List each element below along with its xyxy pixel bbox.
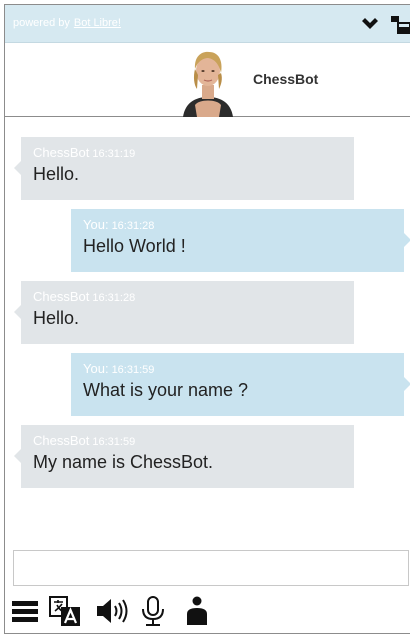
top-bar: powered by Bot Libre! [5, 5, 410, 43]
window-icon[interactable] [391, 14, 410, 36]
message-text: My name is ChessBot. [33, 452, 214, 472]
translate-icon[interactable] [49, 595, 81, 627]
microphone-icon[interactable] [139, 595, 167, 627]
menu-icon[interactable] [11, 595, 39, 627]
message-bubble: You: 16:31:59 What is your name ? [71, 353, 410, 416]
sender-name: You: [83, 361, 109, 376]
chat-header: ChessBot [5, 43, 410, 117]
message-meta: You: 16:31:59 [83, 361, 392, 377]
message-bubble: ChessBot 16:31:19 Hello. [14, 137, 354, 200]
bot-libre-link[interactable]: Bot Libre! [74, 17, 121, 29]
sender-name: ChessBot [33, 145, 90, 160]
message-text: Hello World ! [83, 236, 186, 256]
sender-name: ChessBot [33, 433, 90, 448]
message-time: 16:31:59 [92, 436, 136, 448]
avatar-toggle-icon[interactable] [185, 595, 209, 627]
chat-input[interactable] [13, 550, 409, 586]
message-meta: You: 16:31:28 [83, 217, 392, 233]
message-bubble: ChessBot 16:31:59 My name is ChessBot. [14, 425, 354, 488]
powered-by-text: powered by Bot Libre! [13, 17, 121, 29]
message-meta: ChessBot 16:31:59 [33, 433, 342, 449]
speaker-icon[interactable] [95, 595, 131, 627]
message-meta: ChessBot 16:31:28 [33, 289, 342, 305]
message-text: What is your name ? [83, 380, 249, 400]
message-time: 16:31:19 [92, 148, 136, 160]
message-text: Hello. [33, 164, 80, 184]
bot-name: ChessBot [253, 71, 319, 87]
message-time: 16:31:28 [111, 220, 155, 232]
sender-name: ChessBot [33, 289, 90, 304]
message-time: 16:31:28 [92, 292, 136, 304]
sender-name: You: [83, 217, 109, 232]
powered-by-prefix: powered by [13, 17, 70, 29]
message-bubble: You: 16:31:28 Hello World ! [71, 209, 410, 272]
message-bubble: ChessBot 16:31:28 Hello. [14, 281, 354, 344]
message-meta: ChessBot 16:31:19 [33, 145, 342, 161]
chat-window: powered by Bot Libre! ChessBot ChessBot [4, 4, 410, 634]
avatar [183, 51, 233, 117]
message-text: Hello. [33, 308, 80, 328]
message-time: 16:31:59 [111, 364, 155, 376]
chevron-down-icon[interactable] [361, 18, 379, 32]
